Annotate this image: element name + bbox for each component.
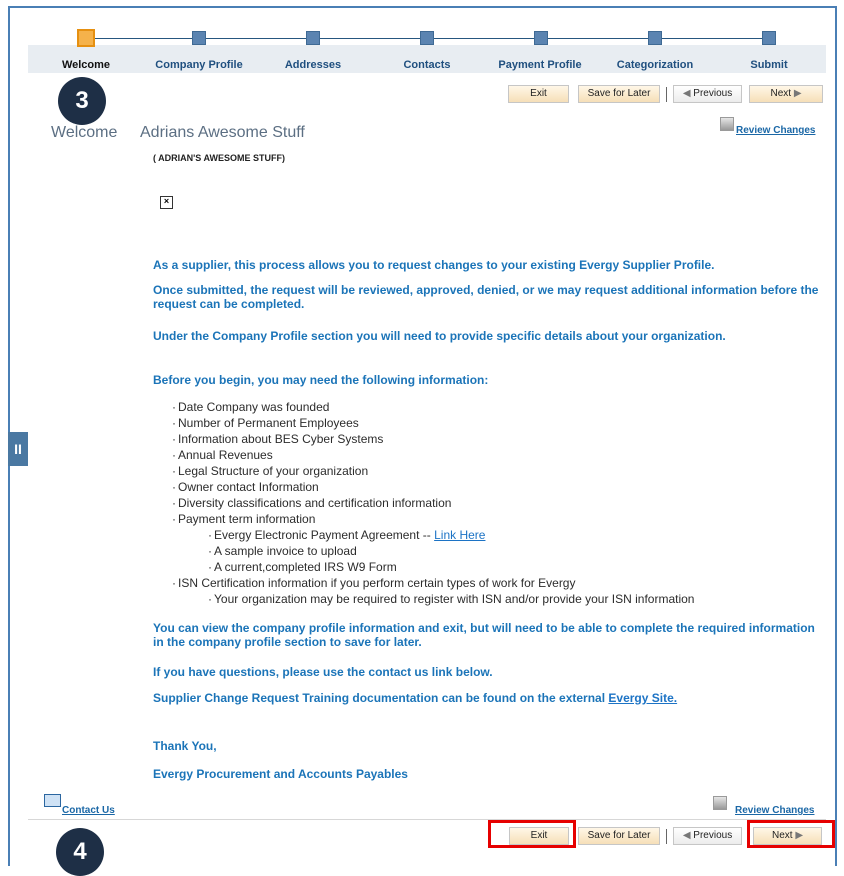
- paragraph-submitted-info: Once submitted, the request will be revi…: [153, 283, 819, 311]
- broken-image-icon: ×: [160, 196, 173, 209]
- highlight-next: [747, 820, 835, 848]
- step-categorization-label[interactable]: Categorization: [617, 59, 693, 71]
- paragraph-before-begin: Before you begin, you may need the follo…: [153, 373, 489, 387]
- welcome-title: Welcome: [51, 124, 118, 141]
- team-signoff-text: Evergy Procurement and Accounts Payables: [153, 767, 408, 781]
- save-later-button-top[interactable]: Save for Later: [578, 85, 660, 103]
- step-contacts-label[interactable]: Contacts: [403, 59, 450, 71]
- save-later-button-bottom[interactable]: Save for Later: [578, 827, 660, 845]
- list-item: Annual Revenues: [172, 447, 273, 463]
- step-badge-3: 3: [58, 77, 106, 125]
- list-item: Your organization may be required to reg…: [208, 591, 694, 607]
- payment-agreement-text: Evergy Electronic Payment Agreement --: [214, 528, 431, 542]
- chevron-left-icon-bottom: ◀: [682, 830, 694, 841]
- paragraph-supplier-intro: As a supplier, this process allows you t…: [153, 258, 715, 272]
- next-button-top[interactable]: Next ▶: [749, 85, 823, 103]
- previous-label: Previous: [693, 88, 733, 99]
- previous-label-bottom: Previous: [693, 830, 733, 841]
- link-here[interactable]: Link Here: [434, 528, 485, 542]
- step-contacts-icon[interactable]: [420, 31, 434, 45]
- training-doc-text: Supplier Change Request Training documen…: [153, 691, 606, 705]
- next-label: Next: [770, 88, 792, 99]
- step-payment-profile-label[interactable]: Payment Profile: [498, 59, 581, 71]
- step-welcome-icon[interactable]: [77, 29, 95, 47]
- list-item: A sample invoice to upload: [208, 543, 357, 559]
- previous-button-bottom[interactable]: ◀ Previous: [673, 827, 742, 845]
- paragraph-questions: If you have questions, please use the co…: [153, 665, 493, 679]
- toolbar-separator-bottom: [666, 829, 667, 844]
- list-item: Legal Structure of your organization: [172, 463, 368, 479]
- review-changes-link-bottom[interactable]: Review Changes: [735, 805, 814, 816]
- step-company-profile-label[interactable]: Company Profile: [155, 59, 242, 71]
- contact-us-link[interactable]: Contact Us: [62, 805, 115, 816]
- paragraph-company-profile: Under the Company Profile section you wi…: [153, 329, 726, 343]
- step-addresses-icon[interactable]: [306, 31, 320, 45]
- highlight-exit: [488, 820, 576, 848]
- list-item: ISN Certification information if you per…: [172, 575, 575, 591]
- list-item: Owner contact Information: [172, 479, 319, 495]
- company-name: Adrians Awesome Stuff: [140, 124, 305, 141]
- pause-icon: II: [14, 441, 22, 457]
- step-submit-icon[interactable]: [762, 31, 776, 45]
- step-submit-label[interactable]: Submit: [750, 59, 787, 71]
- review-changes-link-top[interactable]: Review Changes: [736, 125, 815, 136]
- collapse-panel-button[interactable]: II: [8, 432, 28, 466]
- paragraph-training-doc: Supplier Change Request Training documen…: [153, 691, 828, 705]
- main-frame: [8, 6, 837, 866]
- payment-agreement-item: Evergy Electronic Payment Agreement -- L…: [208, 527, 485, 543]
- step-company-profile-icon[interactable]: [192, 31, 206, 45]
- list-item: Number of Permanent Employees: [172, 415, 359, 431]
- list-item: Diversity classifications and certificat…: [172, 495, 451, 511]
- step-categorization-icon[interactable]: [648, 31, 662, 45]
- exit-button-top[interactable]: Exit: [508, 85, 569, 103]
- review-changes-icon-bottom: [713, 796, 727, 810]
- step-welcome-label[interactable]: Welcome: [62, 59, 110, 71]
- company-subname: ( ADRIAN'S AWESOME STUFF): [153, 153, 285, 163]
- mail-icon: [44, 794, 61, 807]
- evergy-site-link[interactable]: Evergy Site.: [608, 691, 677, 705]
- toolbar-separator: [666, 87, 667, 102]
- paragraph-view-exit: You can view the company profile informa…: [153, 621, 815, 649]
- chevron-right-icon: ▶: [791, 88, 802, 99]
- previous-button-top[interactable]: ◀ Previous: [673, 85, 742, 103]
- review-changes-icon: [720, 117, 734, 131]
- chevron-left-icon: ◀: [682, 88, 694, 99]
- thank-you-text: Thank You,: [153, 739, 217, 753]
- step-badge-4: 4: [56, 828, 104, 876]
- step-payment-profile-icon[interactable]: [534, 31, 548, 45]
- bottom-separator: [28, 819, 826, 820]
- list-item: A current,completed IRS W9 Form: [208, 559, 397, 575]
- list-item: Information about BES Cyber Systems: [172, 431, 383, 447]
- list-item: Payment term information: [172, 511, 315, 527]
- step-addresses-label[interactable]: Addresses: [285, 59, 341, 71]
- list-item: Date Company was founded: [172, 399, 329, 415]
